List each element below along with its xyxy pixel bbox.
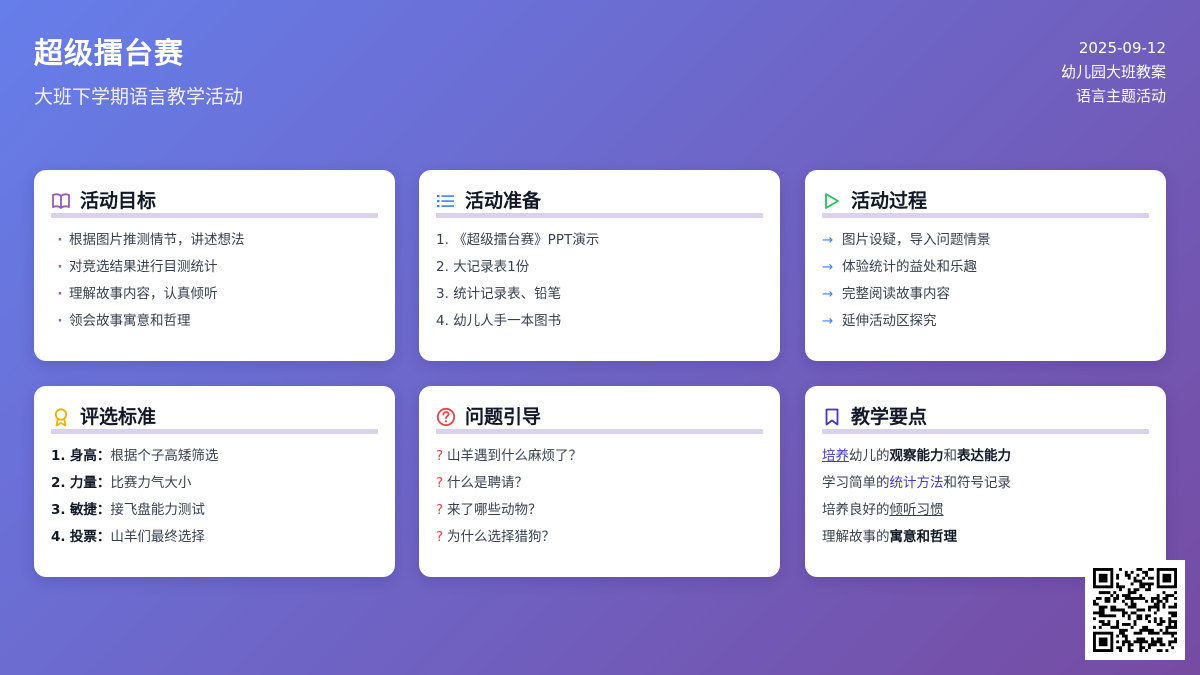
question-mark-icon: ? (436, 502, 444, 518)
date-label: 2025-09-12 (1078, 39, 1166, 57)
process-list: → 图片设疑，导入问题情景 → 体验统计的益处和乐趣 → 完整阅读故事内容 → 延伸活动… (822, 227, 1154, 335)
page-title: 超级擂台赛 (34, 36, 185, 70)
title-underline (436, 429, 763, 434)
list-item: · 理解故事内容，认真倾听 (51, 281, 383, 308)
card-header: 教学要点 (822, 402, 1149, 434)
list-item: ? 为什么选择猎狗？ (436, 524, 768, 551)
list-item: · 根据图片推测情节，讲述想法 (51, 227, 383, 254)
card-header: 活动准备 (436, 186, 763, 218)
book-icon (51, 191, 71, 211)
card-title: 评选标准 (80, 406, 157, 428)
card-header: 问题引导 (436, 402, 763, 434)
list-item: 培养幼儿的观察能力和表达能力 (822, 448, 1011, 464)
card-keypoints: 教学要点 培养幼儿的观察能力和表达能力 学习简单的统计方法和符号记录 培养良好的… (805, 386, 1166, 577)
theme-label: 语言主题活动 (1075, 87, 1166, 105)
list-item: → 图片设疑，导入问题情景 (822, 227, 1154, 254)
page-subtitle: 大班下学期语言教学活动 (34, 86, 244, 108)
questions-list: ? 山羊遇到什么麻烦了？ ? 什么是聘请？ ? 来了哪些动物？ ? 为什么选择猎狗？ (436, 443, 768, 551)
list-item: · 领会故事寓意和哲理 (51, 308, 383, 335)
title-underline (822, 213, 1149, 218)
list-item: 3. 统计记录表、铅笔 (436, 286, 562, 302)
list-item: 培养良好的倾听习惯 (822, 502, 944, 518)
goals-list: · 根据图片推测情节，讲述想法 · 对竞选结果进行目测统计 · 理解故事内容，认真倾听… (51, 227, 383, 335)
card-criteria: 评选标准 1. 身高：根据个子高矮筛选 2. 力量：比赛力气大小 3. 敏捷：接… (34, 386, 395, 577)
card-title: 问题引导 (465, 406, 542, 428)
list-item: 1. 《超级擂台赛》PPT演示 (436, 232, 600, 248)
question-mark-icon: ? (436, 448, 444, 464)
arrow-right-icon: → (822, 259, 834, 275)
list-item: 1. 身高：根据个子高矮筛选 (51, 448, 219, 464)
keypoints-list: 培养幼儿的观察能力和表达能力 学习简单的统计方法和符号记录 培养良好的倾听习惯 … (822, 443, 1154, 551)
list-icon (436, 191, 456, 211)
list-item: → 体验统计的益处和乐趣 (822, 254, 1154, 281)
header-left: 超级擂台赛 大班下学期语言教学活动 (34, 34, 243, 110)
list-item: 理解故事的寓意和哲理 (822, 529, 957, 545)
list-item: 4. 投票：山羊们最终选择 (51, 529, 205, 545)
card-title: 活动目标 (80, 190, 157, 212)
card-header: 评选标准 (51, 402, 378, 434)
card-header: 活动过程 (822, 186, 1149, 218)
list-item: ? 什么是聘请？ (436, 470, 768, 497)
qr-code (1085, 560, 1185, 660)
category-label: 幼儿园大班教案 (1060, 63, 1166, 81)
arrow-right-icon: → (822, 232, 834, 248)
question-circle-icon (436, 407, 456, 427)
award-icon (51, 407, 71, 427)
bullet-icon: · (57, 232, 63, 248)
bookmark-icon (822, 407, 842, 427)
title-underline (51, 429, 378, 434)
bullet-icon: · (57, 286, 63, 302)
list-item: ? 山羊遇到什么麻烦了？ (436, 443, 768, 470)
list-item: → 延伸活动区探究 (822, 308, 1154, 335)
list-item: → 完整阅读故事内容 (822, 281, 1154, 308)
criteria-list: 1. 身高：根据个子高矮筛选 2. 力量：比赛力气大小 3. 敏捷：接飞盘能力测… (51, 443, 383, 551)
card-prep: 活动准备 1. 《超级擂台赛》PPT演示 2. 大记录表1份 3. 统计记录表、… (419, 170, 780, 361)
list-item: 4. 幼儿人手一本图书 (436, 313, 562, 329)
play-icon (822, 191, 842, 211)
card-goals: 活动目标 · 根据图片推测情节，讲述想法 · 对竞选结果进行目测统计 · 理解故事内容… (34, 170, 395, 361)
bullet-icon: · (57, 259, 63, 275)
question-mark-icon: ? (436, 475, 444, 491)
title-underline (822, 429, 1149, 434)
card-title: 活动过程 (851, 190, 928, 212)
list-item: 2. 大记录表1份 (436, 259, 530, 275)
title-underline (436, 213, 763, 218)
list-item: 2. 力量：比赛力气大小 (51, 475, 192, 491)
list-item: · 对竞选结果进行目测统计 (51, 254, 383, 281)
arrow-right-icon: → (822, 313, 834, 329)
header-meta: 2025-09-12 幼儿园大班教案 语言主题活动 (1061, 36, 1166, 108)
card-questions: 问题引导 ? 山羊遇到什么麻烦了？ ? 什么是聘请？ ? 来了哪些动物？ ? 为什么选择… (419, 386, 780, 577)
card-process: 活动过程 → 图片设疑，导入问题情景 → 体验统计的益处和乐趣 → 完整阅读故事内容 … (805, 170, 1166, 361)
bullet-icon: · (57, 313, 63, 329)
list-item: 3. 敏捷：接飞盘能力测试 (51, 502, 205, 518)
card-title: 活动准备 (465, 190, 542, 212)
card-title: 教学要点 (851, 406, 928, 428)
list-item: ? 来了哪些动物？ (436, 497, 768, 524)
list-item: 学习简单的统计方法和符号记录 (822, 475, 1011, 491)
arrow-right-icon: → (822, 286, 834, 302)
card-header: 活动目标 (51, 186, 378, 218)
qr-code-icon (1093, 568, 1177, 652)
prep-list: 1. 《超级擂台赛》PPT演示 2. 大记录表1份 3. 统计记录表、铅笔 4.… (436, 227, 768, 335)
question-mark-icon: ? (436, 529, 444, 545)
title-underline (51, 213, 378, 218)
